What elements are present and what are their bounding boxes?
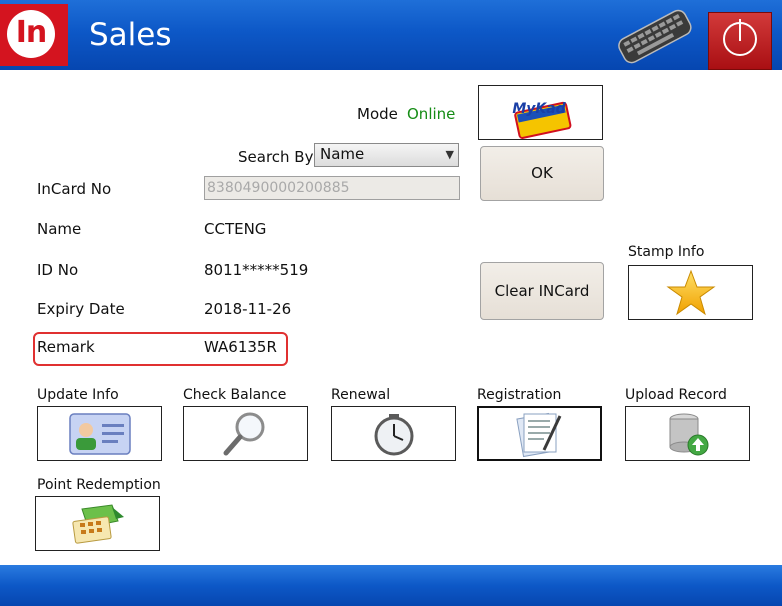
- registration-label: Registration: [477, 387, 562, 403]
- registration-button[interactable]: [477, 406, 602, 461]
- name-label: Name: [37, 220, 82, 238]
- chevron-down-icon: ▼: [445, 148, 454, 161]
- search-by-value: Name: [320, 145, 365, 163]
- check-balance-button[interactable]: [183, 406, 308, 461]
- star-icon: [665, 269, 716, 315]
- id-no-value: 8011*****519: [204, 261, 309, 279]
- update-info-label: Update Info: [37, 387, 119, 403]
- remark-label: Remark: [37, 338, 95, 356]
- calculator-arrow-icon: [71, 503, 124, 544]
- expiry-date-value: 2018-11-26: [204, 300, 292, 318]
- app-logo: In: [0, 4, 68, 66]
- clock-icon: [374, 413, 413, 455]
- power-button[interactable]: [708, 12, 772, 70]
- stamp-info-button[interactable]: [628, 265, 753, 320]
- upload-record-label: Upload Record: [625, 387, 727, 403]
- mode-value: Online: [407, 105, 456, 123]
- header-bar: In Sales: [0, 0, 782, 70]
- name-value: CCTENG: [204, 220, 267, 238]
- user-card-icon: [68, 412, 131, 455]
- remark-value: WA6135R: [204, 338, 277, 356]
- upload-record-button[interactable]: [625, 406, 750, 461]
- ok-button[interactable]: OK: [480, 146, 604, 201]
- database-upload-icon: [669, 413, 708, 455]
- stamp-info-label: Stamp Info: [628, 244, 705, 260]
- update-info-button[interactable]: [37, 406, 162, 461]
- search-by-label: Search By: [238, 148, 314, 166]
- point-redemption-label: Point Redemption: [37, 477, 161, 493]
- mykad-logo: MyKad: [512, 101, 572, 139]
- id-no-label: ID No: [37, 261, 79, 279]
- magnifier-icon: [223, 412, 264, 455]
- mykad-button[interactable]: MyKad: [478, 85, 603, 140]
- mode-label: Mode: [357, 105, 398, 123]
- page-title: Sales: [89, 17, 172, 53]
- renewal-label: Renewal: [331, 387, 391, 403]
- svg-text:MyKad: MyKad: [512, 101, 566, 117]
- incard-no-label: InCard No: [37, 180, 112, 198]
- logo-text: In: [15, 15, 48, 50]
- point-redemption-button[interactable]: [35, 496, 160, 551]
- search-by-select[interactable]: Name ▼: [314, 143, 459, 167]
- clear-incard-button[interactable]: Clear INCard: [480, 262, 604, 320]
- check-balance-label: Check Balance: [183, 387, 287, 403]
- incard-no-field[interactable]: [204, 176, 460, 200]
- document-pen-icon: [515, 412, 561, 457]
- keyboard-icon[interactable]: [612, 6, 696, 68]
- renewal-button[interactable]: [331, 406, 456, 461]
- footer-bar: [0, 565, 782, 606]
- expiry-date-label: Expiry Date: [37, 300, 125, 318]
